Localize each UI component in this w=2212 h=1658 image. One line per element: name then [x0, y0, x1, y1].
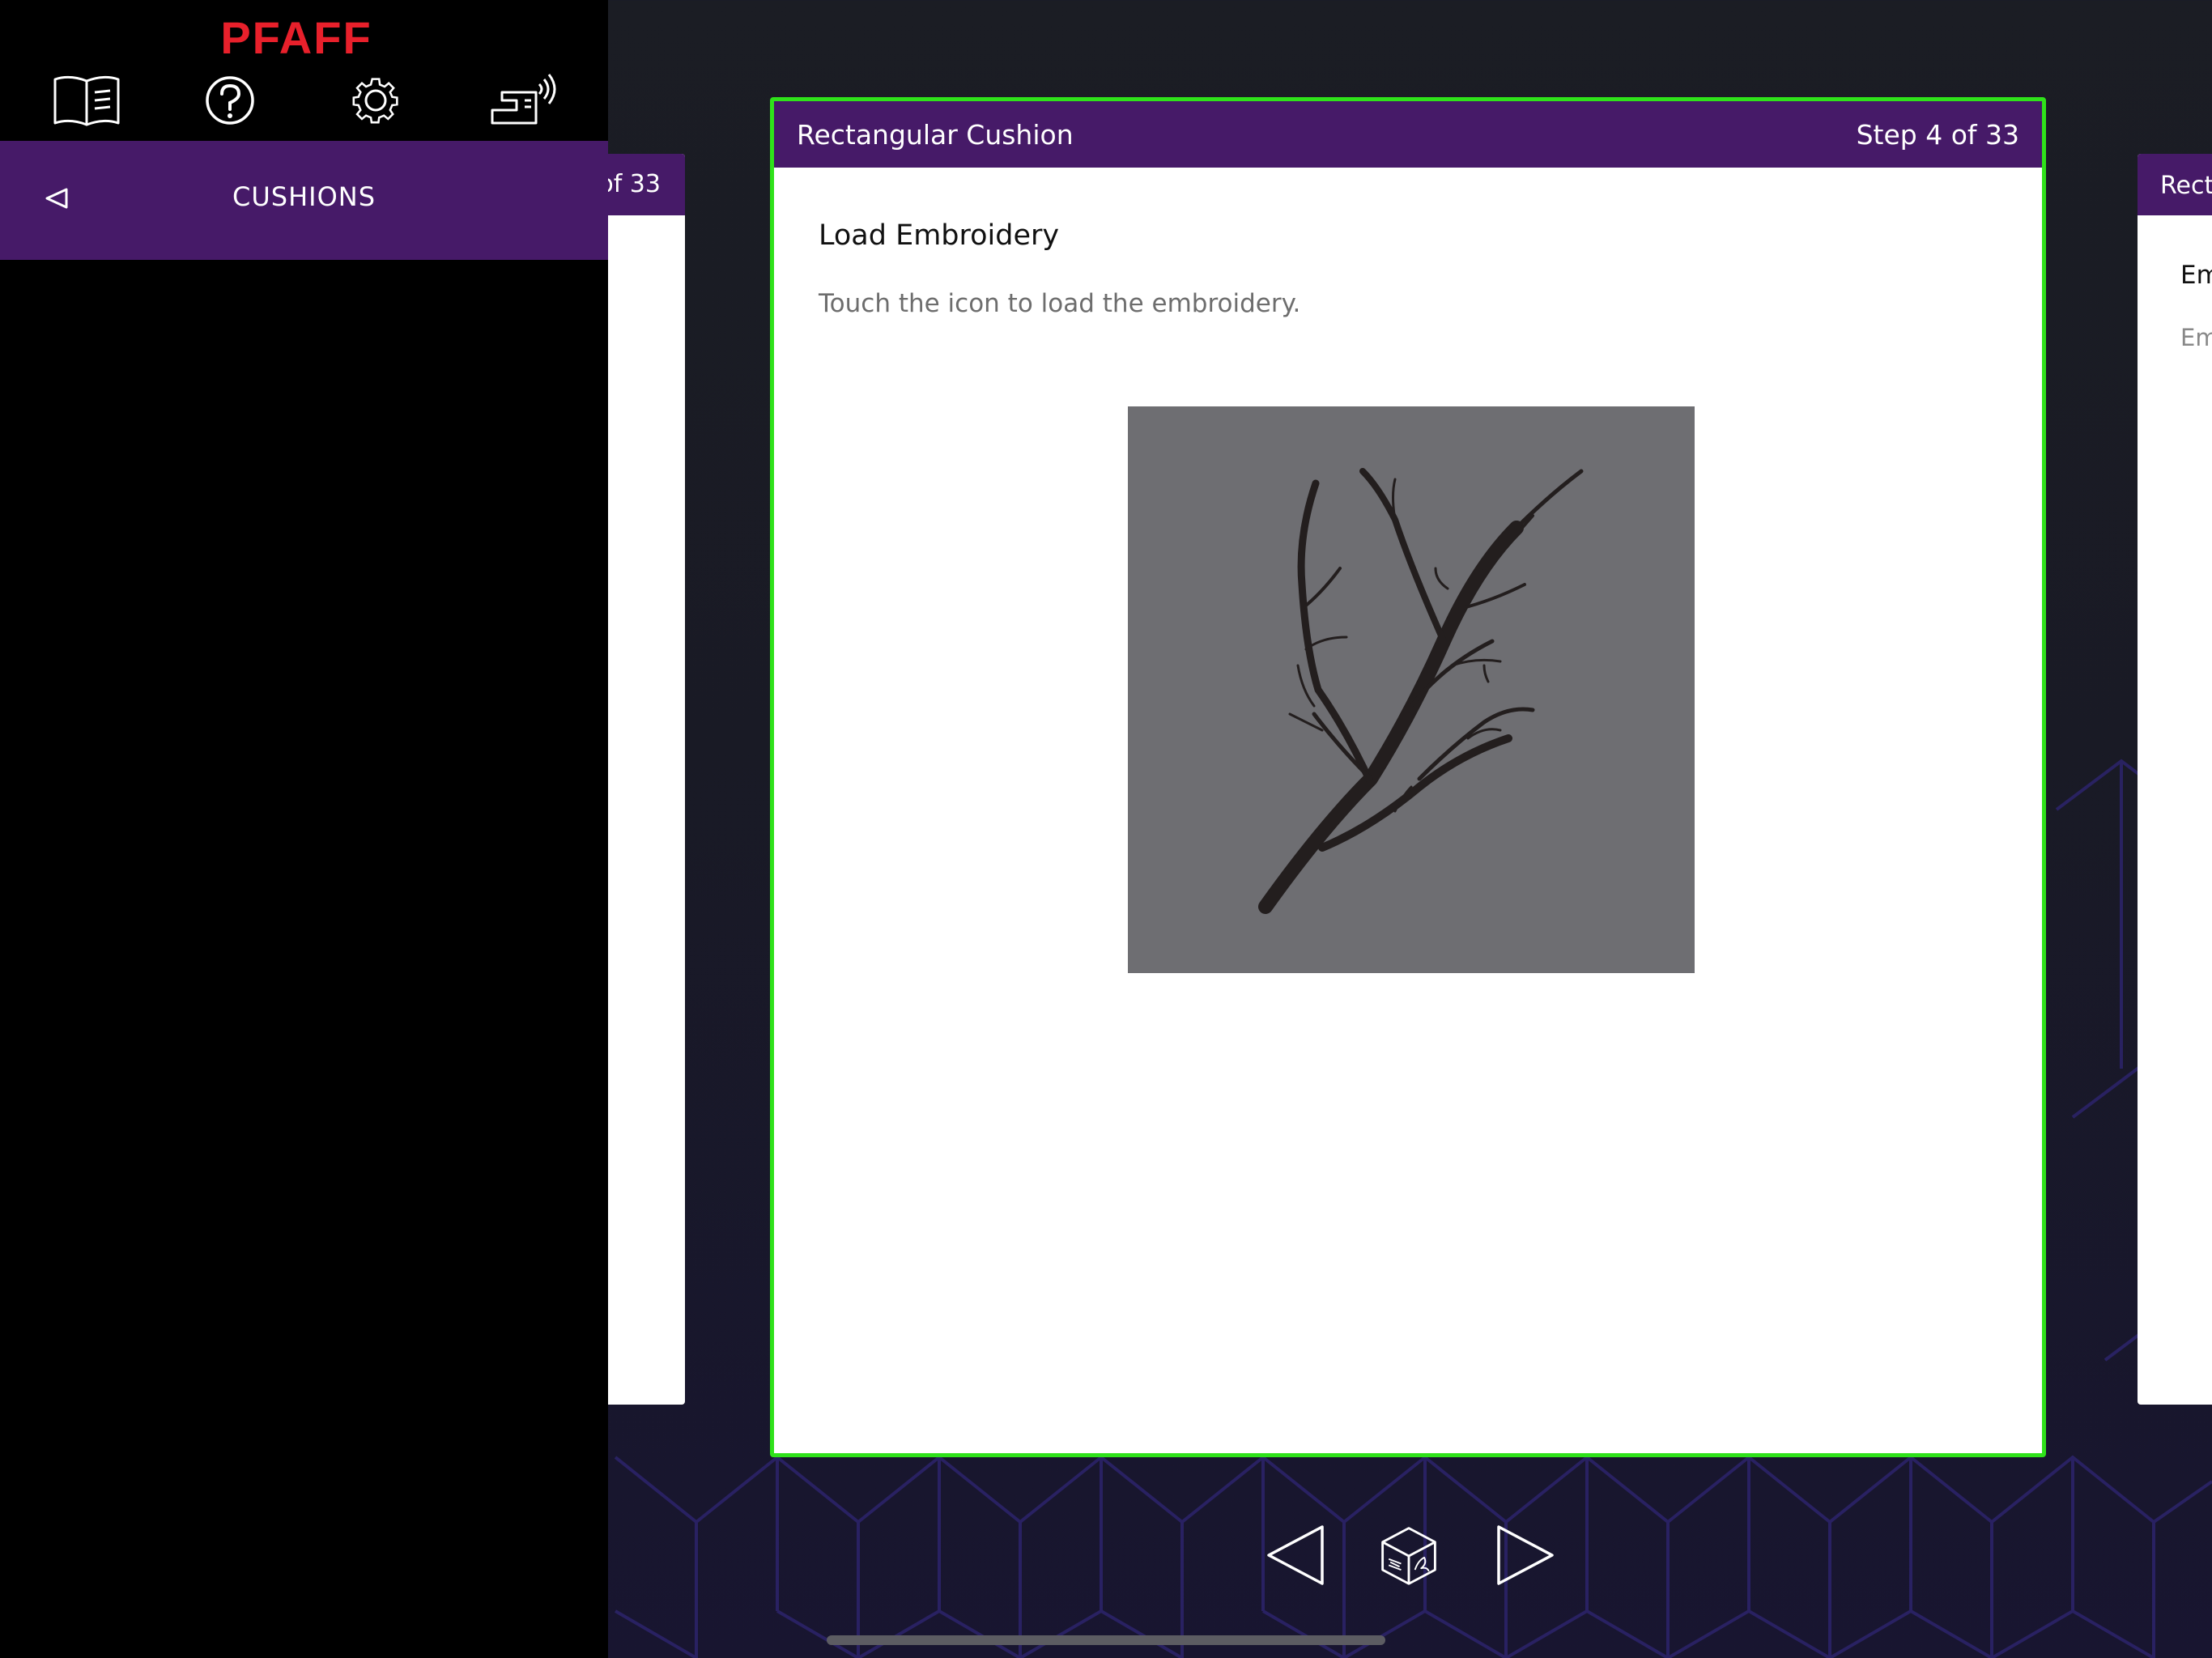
next-step-text: Em — [2180, 324, 2212, 351]
step-heading: Load Embroidery — [819, 219, 1060, 252]
sewing-machine-wifi-icon — [491, 74, 556, 125]
next-step-card[interactable]: Recta Em Em — [2138, 154, 2212, 1405]
branch-embroidery-icon — [1258, 468, 1584, 914]
book-icon — [53, 75, 120, 126]
current-step-card: Rectangular Cushion Step 4 of 33 Load Em… — [770, 97, 2046, 1457]
machine-connection-button[interactable] — [484, 71, 557, 130]
embroidery-view-button[interactable] — [1376, 1520, 1444, 1590]
help-icon — [206, 76, 254, 125]
triangle-right-icon — [1497, 1525, 1554, 1585]
settings-button[interactable] — [339, 71, 412, 130]
load-embroidery-button[interactable] — [1128, 406, 1695, 973]
step-instructions: Touch the icon to load the embroidery. — [819, 289, 1301, 318]
section-title: CUSHIONS — [232, 181, 376, 212]
previous-step-button[interactable] — [1264, 1520, 1329, 1590]
sidebar: PFAFF CUSHIONS — [0, 0, 608, 1658]
next-step-header: Recta — [2138, 154, 2212, 215]
gear-icon — [352, 78, 398, 124]
previous-step-card[interactable]: of 33 — [608, 154, 685, 1405]
next-step-button[interactable] — [1492, 1520, 1557, 1590]
embroidery-cube-icon — [1381, 1527, 1436, 1585]
previous-step-counter: of 33 — [608, 170, 661, 198]
next-step-heading: Em — [2180, 261, 2212, 290]
previous-step-header: of 33 — [608, 154, 685, 215]
manual-button[interactable] — [50, 71, 123, 130]
triangle-left-icon — [1267, 1525, 1324, 1585]
home-indicator[interactable] — [827, 1635, 1385, 1645]
step-counter: Step 4 of 33 — [1856, 119, 2019, 151]
section-header: CUSHIONS — [0, 141, 608, 260]
card-header: Rectangular Cushion Step 4 of 33 — [774, 101, 2042, 168]
pfaff-logo: PFAFF — [220, 12, 372, 63]
project-title: Rectangular Cushion — [797, 119, 1074, 151]
next-step-title: Recta — [2160, 172, 2212, 200]
help-button[interactable] — [194, 71, 266, 130]
